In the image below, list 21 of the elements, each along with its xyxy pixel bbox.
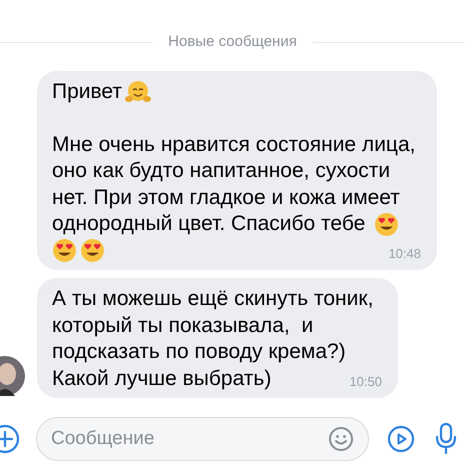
message-text: подсказать по поводу крема?) [52, 339, 346, 365]
heart-eyes-emoji-icon [80, 238, 105, 264]
message-text: А ты можешь ещё скинуть тоник, [52, 286, 374, 312]
heart-eyes-emoji-icon [374, 212, 400, 237]
message-text: Мне очень нравится состояние лица, [52, 132, 416, 158]
message-text: оно как будто напитанное, сухости [52, 158, 390, 184]
message-text: Привет [52, 78, 122, 104]
microphone-icon[interactable] [435, 422, 457, 456]
message-text: Какой лучше выбрать) [52, 366, 272, 392]
message-input[interactable]: Сообщение [36, 417, 369, 461]
smiley-icon[interactable] [328, 426, 354, 452]
play-icon[interactable] [387, 425, 415, 453]
message-text: однородный цвет. Спасибо тебе [52, 211, 366, 237]
new-messages-divider: Новые сообщения [168, 32, 297, 52]
message-time: 10:50 [349, 374, 382, 390]
message-text: который ты показывала, и [52, 312, 314, 338]
hugging-face-icon [125, 80, 152, 104]
message-text: нет. При этом гладкое и кожа имеет [52, 184, 400, 210]
heart-eyes-emoji-icon [52, 238, 77, 264]
message-time: 10:48 [388, 246, 421, 262]
message-field[interactable]: Сообщение [51, 424, 328, 454]
